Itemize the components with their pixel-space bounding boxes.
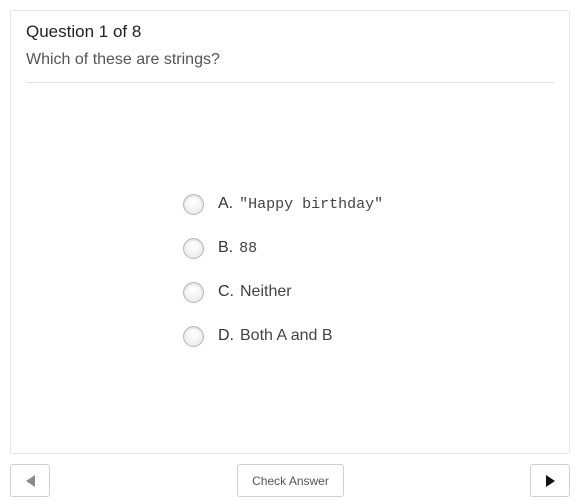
answer-text: "Happy birthday" — [239, 195, 384, 213]
answer-letter: C. — [218, 283, 234, 300]
previous-button[interactable] — [10, 464, 50, 497]
answer-text: Neither — [240, 283, 292, 300]
radio-button-a[interactable] — [183, 193, 204, 215]
answer-letter: B. — [218, 239, 234, 256]
radio-button-b[interactable] — [183, 237, 204, 259]
answer-text: Both A and B — [240, 327, 333, 344]
radio-button-c[interactable] — [183, 281, 204, 303]
answer-option-d[interactable]: D. Both A and B — [183, 321, 383, 351]
triangle-left-icon — [25, 474, 35, 487]
quiz-card: Question 1 of 8 Which of these are strin… — [10, 10, 570, 454]
radio-button-d[interactable] — [183, 325, 204, 347]
answer-option-a[interactable]: A. "Happy birthday" — [183, 189, 383, 219]
answer-letter: A. — [218, 195, 234, 212]
header-divider — [26, 82, 554, 83]
answer-letter: D. — [218, 327, 234, 344]
question-header: Question 1 of 8 Which of these are strin… — [26, 21, 554, 70]
answer-list: A. "Happy birthday" B. 88 C. Neither D. … — [183, 189, 383, 365]
check-answer-button[interactable]: Check Answer — [237, 464, 344, 497]
next-button[interactable] — [530, 464, 570, 497]
question-counter: Question 1 of 8 — [26, 22, 142, 41]
answer-option-b[interactable]: B. 88 — [183, 233, 383, 263]
answer-text: 88 — [239, 239, 258, 257]
triangle-right-icon — [545, 474, 555, 487]
answer-option-c[interactable]: C. Neither — [183, 277, 383, 307]
question-prompt: Which of these are strings? — [26, 51, 220, 68]
